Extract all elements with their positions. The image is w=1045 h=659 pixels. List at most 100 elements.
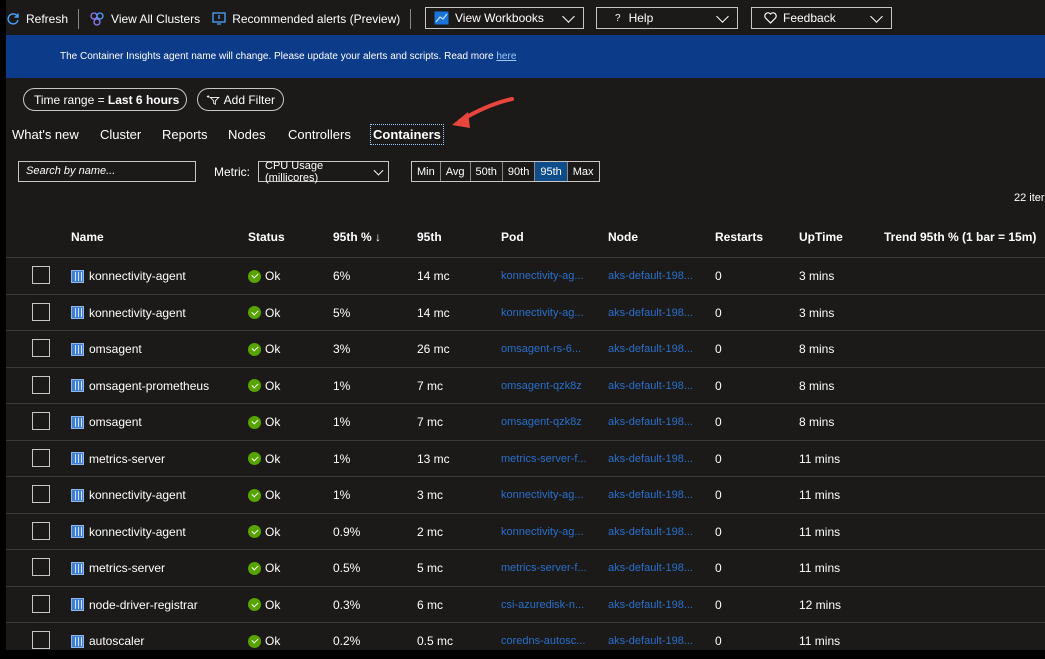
row-status: Ok [248,441,280,477]
row-status: Ok [248,404,280,440]
help-label: Help [628,11,654,25]
feedback-dropdown[interactable]: Feedback [751,7,892,29]
checkmark-icon [248,525,261,538]
percentile-option[interactable]: 50th [471,162,503,181]
column-header-node[interactable]: Node [608,230,638,244]
row-node-link[interactable]: aks-default-198... [608,489,693,501]
row-checkbox[interactable] [32,339,50,357]
table-row[interactable]: autoscaler Ok 0.2% 0.5 mc coredns-autosc... a… [6,622,1045,659]
percentile-option[interactable]: Max [568,162,599,181]
row-pod-link-cell: coredns-autosc... [501,623,585,659]
view-all-clusters-button[interactable]: View All Clusters [89,12,200,26]
checkmark-icon [248,342,261,356]
recommended-alerts-button[interactable]: Recommended alerts (Preview) [212,12,400,26]
row-checkbox[interactable] [32,594,50,613]
table-row[interactable]: omsagent Ok 1% 7 mc omsagent-qzk8z aks-defaul… [6,403,1045,440]
row-pod-link[interactable]: csi-azuredisk-n... [501,599,584,611]
tab-nodes[interactable]: Nodes [228,127,266,142]
column-header-name[interactable]: Name [71,230,104,244]
row-node-link[interactable]: aks-default-198... [608,380,693,392]
table-row[interactable]: konnectivity-agent Ok 6% 14 mc konnectivity-… [6,257,1045,294]
row-node-link[interactable]: aks-default-198... [608,526,693,538]
percentile-option[interactable]: Avg [441,162,471,181]
toolbar-divider [78,9,80,29]
table-row[interactable]: omsagent Ok 3% 26 mc omsagent-rs-6... aks-def… [6,330,1045,367]
row-checkbox[interactable] [32,631,50,649]
row-node-link[interactable]: aks-default-198... [608,343,693,355]
row-node-link[interactable]: aks-default-198... [608,635,693,647]
row-95th-percent-cell: 0.9% [333,514,360,550]
time-range-pill[interactable]: Time range = Last 6 hours [23,88,187,111]
add-filter-pill[interactable]: Add Filter [197,88,284,111]
column-header-95th[interactable]: 95th [417,230,442,244]
table-row[interactable]: konnectivity-agent Ok 5% 14 mc konnectivity-… [6,293,1045,331]
row-pod-link[interactable]: omsagent-qzk8z [501,380,582,392]
row-node-link[interactable]: aks-default-198... [608,307,693,319]
row-checkbox[interactable] [32,558,50,576]
row-name-text: konnectivity-agent [89,524,186,539]
column-header-restarts[interactable]: Restarts [715,230,763,244]
row-pod-link[interactable]: konnectivity-ag... [501,489,584,501]
notice-link[interactable]: here [496,51,516,62]
row-pod-link[interactable]: metrics-server-f... [501,453,587,465]
tab-whats-new[interactable]: What's new [12,127,79,142]
tab-controllers[interactable]: Controllers [288,127,351,142]
column-header-trend[interactable]: Trend 95th % (1 bar = 15m) [884,230,1036,244]
row-name: metrics-server [71,550,165,586]
view-workbooks-dropdown[interactable]: View Workbooks [425,7,584,29]
tab-containers[interactable]: Containers [370,124,444,145]
row-restarts-cell: 0 [715,623,722,659]
row-node-link[interactable]: aks-default-198... [608,562,693,574]
row-pod-link[interactable]: konnectivity-ag... [501,270,584,282]
row-pod-link[interactable]: omsagent-rs-6... [501,343,581,355]
container-icon [71,634,84,648]
tab-cluster[interactable]: Cluster [100,127,141,142]
table-row[interactable]: omsagent-prometheus Ok 1% 7 mc omsagent-qzk8… [6,366,1045,404]
table-row[interactable]: konnectivity-agent Ok 1% 3 mc konnectivity-a… [6,476,1045,513]
container-icon [71,561,84,575]
column-header-pod[interactable]: Pod [501,230,524,244]
row-pod-link-cell: metrics-server-f... [501,441,587,477]
row-checkbox[interactable] [32,448,50,467]
row-95th-percent-cell: 0.3% [333,587,360,623]
row-node-link[interactable]: aks-default-198... [608,416,693,428]
row-name-text: konnectivity-agent [89,269,186,283]
row-status-text: Ok [265,524,281,539]
table-row[interactable]: metrics-server Ok 0.5% 5 mc metrics-server-f… [6,549,1045,586]
percentile-option[interactable]: 95th [535,162,568,181]
row-checkbox[interactable] [32,521,50,540]
column-header-status[interactable]: Status [248,230,285,244]
row-95th-value-cell: 7 mc [417,368,443,404]
table-row[interactable]: metrics-server Ok 1% 13 mc metrics-server-f.… [6,439,1045,477]
help-dropdown[interactable]: ? Help [596,7,738,29]
row-node-link-cell: aks-default-198... [608,550,693,586]
row-checkbox[interactable] [32,266,50,284]
row-checkbox[interactable] [32,485,50,503]
row-node-link[interactable]: aks-default-198... [608,599,693,611]
row-pod-link[interactable]: konnectivity-ag... [501,307,584,319]
row-checkbox[interactable] [32,302,50,321]
column-header-uptime[interactable]: UpTime [799,230,843,244]
refresh-button[interactable]: Refresh [6,12,68,26]
row-pod-link[interactable]: metrics-server-f... [501,562,587,574]
row-95th-percent-cell: 1% [333,441,350,477]
percentile-option[interactable]: 90th [503,162,536,181]
row-node-link[interactable]: aks-default-198... [608,270,693,282]
table-row[interactable]: node-driver-registrar Ok 0.3% 6 mc csi-azure… [6,585,1045,623]
row-node-link[interactable]: aks-default-198... [608,453,693,465]
row-pod-link[interactable]: omsagent-qzk8z [501,416,582,428]
row-pod-link[interactable]: coredns-autosc... [501,635,585,647]
column-header-95th-percent[interactable]: 95th % ↓ [333,230,381,244]
row-checkbox[interactable] [32,412,50,430]
container-icon [71,452,84,465]
row-pod-link[interactable]: konnectivity-ag... [501,526,584,538]
row-restarts: 0 [715,378,722,393]
row-checkbox[interactable] [32,375,50,394]
search-input[interactable]: Search by name... [18,161,196,182]
percentile-option[interactable]: Min [412,162,441,181]
metric-select[interactable]: CPU Usage (millicores) [258,160,389,184]
table-row[interactable]: konnectivity-agent Ok 0.9% 2 mc konnectivity… [6,512,1045,550]
checkmark-icon [248,415,261,429]
tab-reports[interactable]: Reports [162,127,208,142]
row-uptime-cell: 8 mins [799,331,834,367]
